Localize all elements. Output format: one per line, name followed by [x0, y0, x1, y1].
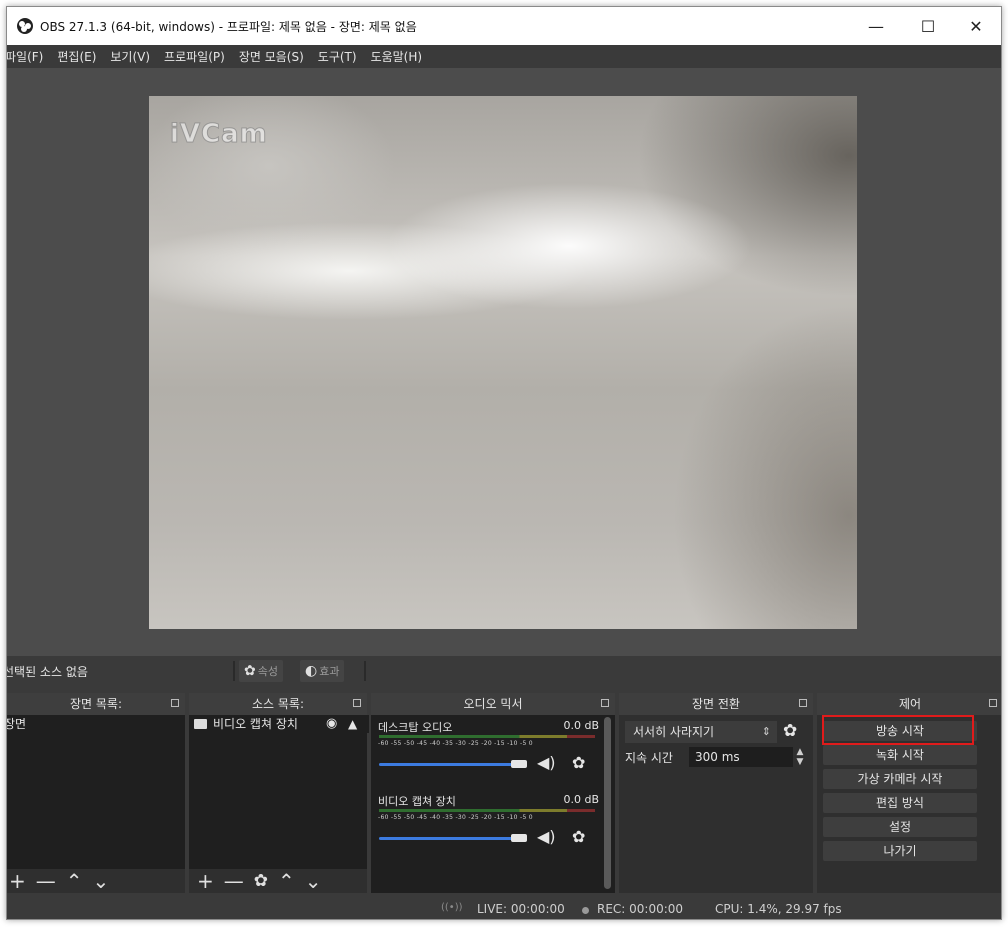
toolbar-separator	[233, 661, 235, 681]
scene-transitions-dock: 장면 전환 서서히 사라지기 ⇕ ✿ 지속 시간 300 ms ▲ ▼	[619, 693, 813, 893]
maximize-button[interactable]: ☐	[905, 7, 951, 45]
add-source-button[interactable]: +	[197, 871, 214, 891]
move-down-icon[interactable]: ⌄	[305, 871, 322, 891]
obs-window: OBS 27.1.3 (64-bit, windows) - 프로파일: 제목 …	[6, 6, 1002, 920]
transitions-body: 서서히 사라지기 ⇕ ✿ 지속 시간 300 ms ▲ ▼	[619, 715, 813, 893]
scenes-title: 장면 목록:	[7, 693, 185, 715]
channel-settings-gear-icon[interactable]: ✿	[572, 753, 585, 772]
live-time: LIVE: 00:00:00	[477, 902, 565, 916]
undock-icon[interactable]	[601, 699, 609, 707]
camera-icon	[194, 719, 207, 729]
undock-icon[interactable]	[799, 699, 807, 707]
move-down-icon[interactable]: ⌄	[93, 871, 110, 891]
menu-help[interactable]: 도움말(H)	[371, 48, 423, 65]
obs-logo-icon	[17, 18, 33, 34]
move-up-icon[interactable]: ⌃	[66, 871, 83, 891]
filters-button[interactable]: ◐ 효과	[300, 660, 345, 682]
filters-icon: ◐	[305, 663, 318, 679]
no-source-selected-label: 선택된 소스 없음	[6, 665, 88, 679]
source-item[interactable]: 비디오 캡쳐 장치 ◉ ▲	[191, 715, 369, 733]
speaker-icon[interactable]: ◀)	[537, 753, 556, 772]
transition-select[interactable]: 서서히 사라지기 ⇕	[625, 721, 777, 743]
ivcam-watermark: iVCam	[170, 119, 268, 150]
status-bar: ((•)) LIVE: 00:00:00 REC: 00:00:00 CPU: …	[7, 893, 1001, 919]
transition-settings-gear-icon[interactable]: ✿	[783, 721, 797, 741]
menu-tools[interactable]: 도구(T)	[318, 48, 357, 65]
scenes-list: 장면	[7, 715, 185, 869]
volume-meter	[379, 735, 595, 738]
start-recording-button[interactable]: 녹화 시작	[823, 745, 977, 765]
controls-title: 제어	[817, 693, 1001, 715]
speaker-icon[interactable]: ◀)	[537, 827, 556, 846]
chevron-updown-icon: ⇕	[761, 725, 771, 738]
mixer-body: 데스크탑 오디오 0.0 dB -60 -55 -50 -45 -40 -35 …	[371, 715, 615, 893]
mixer-title: 오디오 믹서	[371, 693, 615, 715]
remove-scene-button[interactable]: —	[36, 871, 56, 891]
remove-source-button[interactable]: —	[224, 871, 244, 891]
menu-scene-collection[interactable]: 장면 모음(S)	[239, 48, 304, 65]
mixer-channel-db: 0.0 dB	[563, 793, 599, 806]
preview-area: iVCam	[7, 68, 1001, 656]
lock-icon[interactable]: ▲	[348, 715, 357, 733]
transition-select-value: 서서히 사라지기	[633, 725, 715, 739]
scenes-footer: + — ⌃ ⌄	[7, 869, 185, 893]
gear-icon: ✿	[244, 663, 256, 679]
meter-ticks: -60 -55 -50 -45 -40 -35 -30 -25 -20 -15 …	[378, 740, 533, 747]
undock-icon[interactable]	[171, 699, 179, 707]
undock-icon[interactable]	[353, 699, 361, 707]
menu-file[interactable]: 파일(F)	[7, 48, 43, 65]
menu-profile[interactable]: 프로파일(P)	[164, 48, 225, 65]
source-item-label: 비디오 캡쳐 장치	[213, 717, 298, 731]
minimize-button[interactable]: —	[853, 7, 899, 45]
sources-dock: 소스 목록: 비디오 캡쳐 장치 ◉ ▲ + — ✿ ⌃ ⌄	[189, 693, 369, 893]
toolbar-separator	[364, 661, 366, 681]
window-title: OBS 27.1.3 (64-bit, windows) - 프로파일: 제목 …	[40, 20, 417, 34]
sources-list: 비디오 캡쳐 장치 ◉ ▲	[189, 715, 369, 869]
duration-input[interactable]: 300 ms	[689, 747, 793, 767]
preview-canvas[interactable]: iVCam	[149, 96, 857, 629]
move-up-icon[interactable]: ⌃	[278, 871, 295, 891]
channel-settings-gear-icon[interactable]: ✿	[572, 827, 585, 846]
sources-title: 소스 목록:	[189, 693, 367, 715]
volume-slider-track	[379, 763, 525, 766]
studio-mode-button[interactable]: 편집 방식	[823, 793, 977, 813]
volume-slider-track	[379, 837, 525, 840]
undock-icon[interactable]	[989, 699, 997, 707]
highlight-box	[822, 715, 974, 745]
filters-label: 효과	[319, 665, 340, 678]
title-bar: OBS 27.1.3 (64-bit, windows) - 프로파일: 제목 …	[7, 7, 1001, 45]
volume-meter	[379, 809, 595, 812]
properties-label: 속성	[257, 665, 278, 678]
mixer-channel-db: 0.0 dB	[563, 719, 599, 732]
menu-view[interactable]: 보기(V)	[110, 48, 150, 65]
close-button[interactable]: ✕	[953, 7, 999, 45]
mixer-channel-name: 비디오 캡쳐 장치	[378, 795, 456, 808]
scene-item[interactable]: 장면	[7, 715, 179, 733]
menu-edit[interactable]: 편집(E)	[57, 48, 96, 65]
properties-button[interactable]: ✿ 속성	[239, 660, 283, 682]
mixer-scrollbar[interactable]	[604, 717, 611, 889]
source-settings-gear-icon[interactable]: ✿	[254, 871, 268, 891]
start-virtual-camera-button[interactable]: 가상 카메라 시작	[823, 769, 977, 789]
sources-footer: + — ✿ ⌃ ⌄	[189, 869, 367, 893]
source-toolbar: 선택된 소스 없음 ✿ 속성 ◐ 효과	[7, 656, 1001, 686]
rec-time: REC: 00:00:00	[597, 902, 684, 916]
duration-spinner[interactable]: ▲ ▼	[793, 747, 807, 767]
live-signal-icon: ((•))	[441, 902, 463, 913]
transitions-title: 장면 전환	[619, 693, 813, 715]
scenes-dock: 장면 목록: 장면 + — ⌃ ⌄	[7, 693, 185, 893]
meter-ticks: -60 -55 -50 -45 -40 -35 -30 -25 -20 -15 …	[378, 814, 533, 821]
menu-bar: 파일(F) 편집(E) 보기(V) 프로파일(P) 장면 모음(S) 도구(T)…	[7, 45, 1001, 68]
audio-mixer-dock: 오디오 믹서 데스크탑 오디오 0.0 dB -60 -55 -50 -45 -…	[371, 693, 615, 893]
cpu-fps: CPU: 1.4%, 29.97 fps	[715, 902, 842, 916]
rec-indicator-icon	[582, 907, 589, 914]
volume-slider-handle[interactable]	[511, 760, 527, 768]
add-scene-button[interactable]: +	[9, 871, 26, 891]
visibility-eye-icon[interactable]: ◉	[326, 715, 337, 733]
duration-label: 지속 시간	[625, 751, 673, 765]
exit-button[interactable]: 나가기	[823, 841, 977, 861]
volume-slider-handle[interactable]	[511, 834, 527, 842]
settings-button[interactable]: 설정	[823, 817, 977, 837]
mixer-channel-name: 데스크탑 오디오	[378, 721, 453, 734]
